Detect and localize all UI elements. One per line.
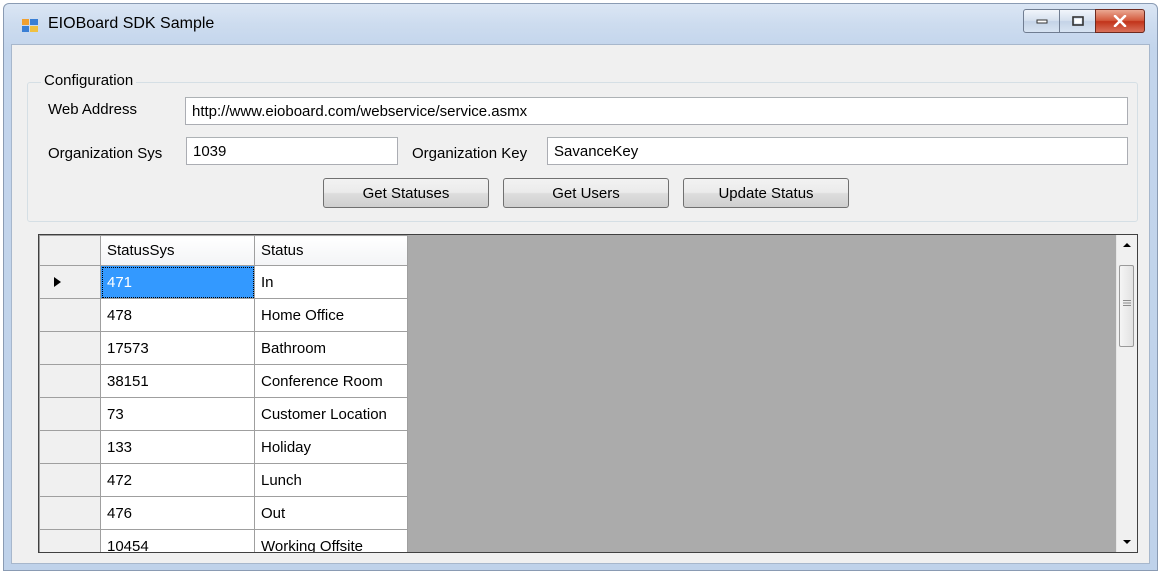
cell-status[interactable]: Working Offsite bbox=[254, 529, 408, 552]
table-row[interactable]: 478 Home Office bbox=[39, 298, 408, 332]
cell-statussys[interactable]: 38151 bbox=[100, 364, 255, 398]
scroll-up-button[interactable] bbox=[1117, 235, 1137, 255]
row-header[interactable] bbox=[39, 265, 101, 299]
row-header[interactable] bbox=[39, 298, 101, 332]
window-title: EIOBoard SDK Sample bbox=[48, 15, 215, 32]
title-bar[interactable]: EIOBoard SDK Sample bbox=[4, 4, 1157, 44]
organization-sys-input[interactable] bbox=[186, 137, 398, 165]
cell-status[interactable]: Customer Location bbox=[254, 397, 408, 431]
table-row[interactable]: 10454 Working Offsite bbox=[39, 529, 408, 552]
scroll-grip-icon bbox=[1123, 300, 1131, 306]
maximize-button[interactable] bbox=[1059, 9, 1096, 33]
table-row[interactable]: 471 In bbox=[39, 265, 408, 299]
scroll-down-button[interactable] bbox=[1117, 532, 1137, 552]
cell-statussys[interactable]: 10454 bbox=[100, 529, 255, 552]
organization-sys-label: Organization Sys bbox=[48, 145, 163, 162]
table-row[interactable]: 472 Lunch bbox=[39, 463, 408, 497]
row-header[interactable] bbox=[39, 496, 101, 530]
cell-statussys[interactable]: 17573 bbox=[100, 331, 255, 365]
row-header[interactable] bbox=[39, 430, 101, 464]
get-statuses-button[interactable]: Get Statuses bbox=[323, 178, 489, 208]
cell-status[interactable]: Out bbox=[254, 496, 408, 530]
row-header[interactable] bbox=[39, 331, 101, 365]
cell-status[interactable]: Conference Room bbox=[254, 364, 408, 398]
vertical-scrollbar[interactable] bbox=[1116, 235, 1137, 552]
grid-header-row: StatusSys Status bbox=[39, 235, 408, 266]
scroll-thumb[interactable] bbox=[1119, 265, 1134, 347]
close-button[interactable] bbox=[1095, 9, 1145, 33]
organization-key-input[interactable] bbox=[547, 137, 1128, 165]
table-row[interactable]: 133 Holiday bbox=[39, 430, 408, 464]
table-row[interactable]: 38151 Conference Room bbox=[39, 364, 408, 398]
cell-status[interactable]: Holiday bbox=[254, 430, 408, 464]
web-address-input[interactable] bbox=[185, 97, 1128, 125]
scroll-down-arrow-icon bbox=[1123, 540, 1131, 544]
scroll-up-arrow-icon bbox=[1123, 243, 1131, 247]
cell-statussys[interactable]: 471 bbox=[100, 265, 255, 299]
row-header[interactable] bbox=[39, 364, 101, 398]
organization-key-label: Organization Key bbox=[412, 145, 528, 162]
cell-status[interactable]: In bbox=[254, 265, 408, 299]
minimize-button[interactable] bbox=[1023, 9, 1060, 33]
table-row[interactable]: 17573 Bathroom bbox=[39, 331, 408, 365]
column-header-statussys[interactable]: StatusSys bbox=[100, 235, 255, 266]
cell-statussys[interactable]: 478 bbox=[100, 298, 255, 332]
update-status-button[interactable]: Update Status bbox=[683, 178, 849, 208]
cell-status[interactable]: Bathroom bbox=[254, 331, 408, 365]
grid-corner-cell[interactable] bbox=[39, 235, 101, 266]
get-users-button[interactable]: Get Users bbox=[503, 178, 669, 208]
status-table: StatusSys Status 471 In 478 Home Office … bbox=[39, 235, 408, 552]
cell-statussys[interactable]: 472 bbox=[100, 463, 255, 497]
app-grid-icon bbox=[22, 19, 38, 32]
cell-status[interactable]: Lunch bbox=[254, 463, 408, 497]
maximize-icon bbox=[1071, 16, 1084, 26]
configuration-group-label: Configuration bbox=[41, 72, 137, 89]
row-header[interactable] bbox=[39, 529, 101, 552]
row-header[interactable] bbox=[39, 463, 101, 497]
cell-status[interactable]: Home Office bbox=[254, 298, 408, 332]
web-address-label: Web Address bbox=[48, 101, 137, 118]
table-row[interactable]: 73 Customer Location bbox=[39, 397, 408, 431]
table-row[interactable]: 476 Out bbox=[39, 496, 408, 530]
current-row-arrow-icon bbox=[54, 277, 61, 287]
cell-statussys[interactable]: 73 bbox=[100, 397, 255, 431]
minimize-icon bbox=[1036, 19, 1047, 24]
close-icon bbox=[1113, 15, 1127, 27]
status-data-grid[interactable]: StatusSys Status 471 In 478 Home Office … bbox=[38, 234, 1138, 553]
cell-statussys[interactable]: 133 bbox=[100, 430, 255, 464]
column-header-status[interactable]: Status bbox=[254, 235, 408, 266]
cell-statussys[interactable]: 476 bbox=[100, 496, 255, 530]
row-header[interactable] bbox=[39, 397, 101, 431]
